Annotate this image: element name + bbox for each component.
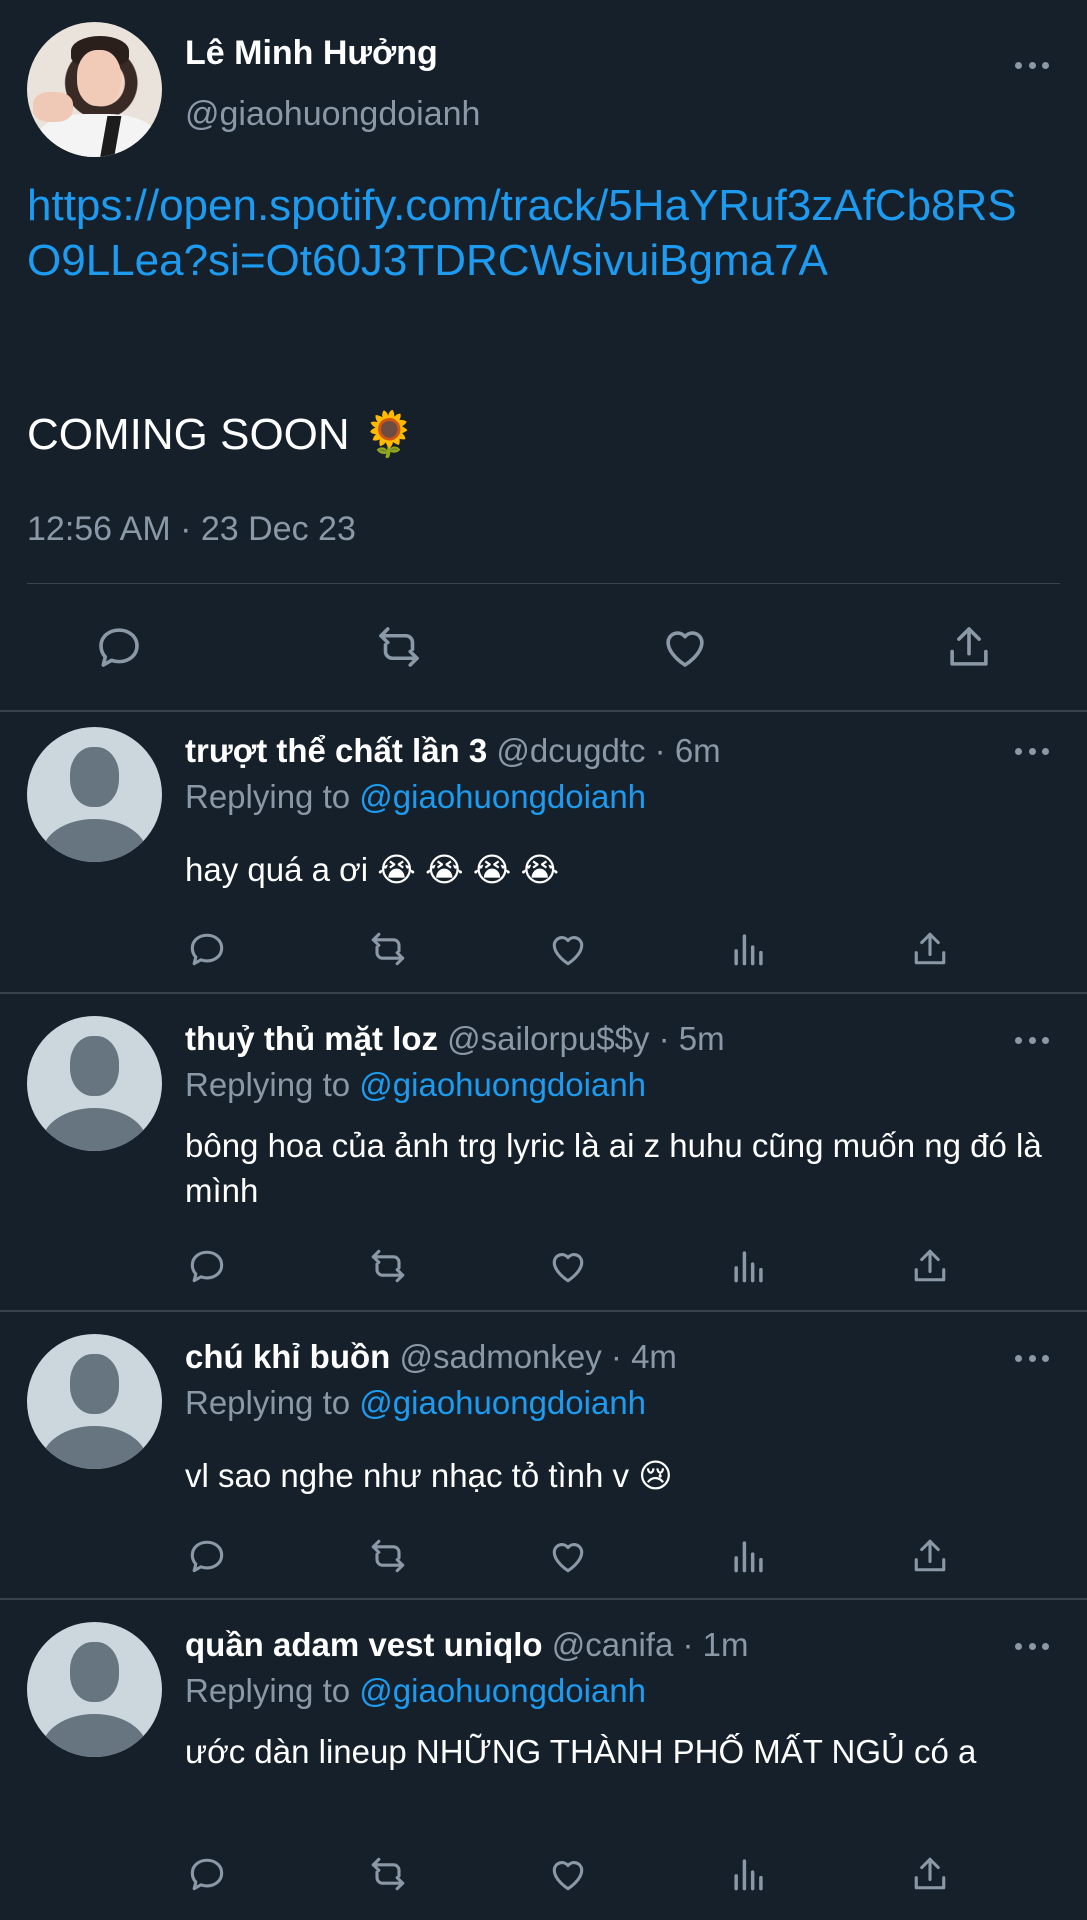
share-icon[interactable]: [908, 1244, 952, 1288]
share-icon[interactable]: [908, 927, 952, 971]
more-icon[interactable]: [1015, 1035, 1049, 1045]
reply-icon[interactable]: [185, 927, 229, 971]
like-icon[interactable]: [546, 1534, 590, 1578]
like-icon[interactable]: [546, 1244, 590, 1288]
tweet-thread: Lê Minh Hưởng @giaohuongdoianh https://o…: [0, 0, 1087, 1920]
replying-to: Replying to @giaohuongdoianh: [185, 1384, 646, 1422]
replying-prefix: Replying to: [185, 1066, 351, 1103]
retweet-icon[interactable]: [366, 1534, 410, 1578]
author-avatar[interactable]: [27, 22, 162, 157]
divider: [0, 992, 1087, 994]
replying-mention[interactable]: @giaohuongdoianh: [359, 778, 646, 815]
views-icon[interactable]: [727, 1534, 771, 1578]
tweet-actions: [0, 620, 1087, 690]
reply-author-name[interactable]: trượt thể chất lần 3: [185, 732, 487, 769]
replying-to: Replying to @giaohuongdoianh: [185, 1672, 646, 1710]
divider: [0, 1310, 1087, 1312]
tweet-link[interactable]: https://open.spotify.com/track/5HaYRuf3z…: [27, 178, 1027, 288]
author-handle[interactable]: @giaohuongdoianh: [185, 95, 480, 134]
avatar[interactable]: [27, 1016, 162, 1151]
tweet-text: COMING SOON 🌻: [27, 408, 417, 460]
like-icon[interactable]: [546, 1852, 590, 1896]
share-icon[interactable]: [908, 1852, 952, 1896]
retweet-icon[interactable]: [366, 1244, 410, 1288]
views-icon[interactable]: [727, 1244, 771, 1288]
retweet-icon[interactable]: [372, 620, 426, 674]
reply-meta: @canifa · 1m: [551, 1626, 749, 1663]
views-icon[interactable]: [727, 1852, 771, 1896]
replying-prefix: Replying to: [185, 1672, 351, 1709]
replying-to: Replying to @giaohuongdoianh: [185, 778, 646, 816]
reply-author-name[interactable]: quần adam vest uniqlo: [185, 1626, 543, 1663]
more-icon[interactable]: [1015, 60, 1049, 70]
avatar[interactable]: [27, 727, 162, 862]
reply-tweet[interactable]: trượt thể chất lần 3 @dcugdtc · 6m Reply…: [0, 712, 1087, 992]
tweet-timestamp: 12:56 AM · 23 Dec 23: [27, 510, 356, 548]
reply-text: hay quá a ơi 😭 😭 😭 😭: [185, 851, 560, 888]
reply-text: ước dàn lineup NHỮNG THÀNH PHỐ MẤT NGỦ c…: [185, 1733, 977, 1770]
replying-to: Replying to @giaohuongdoianh: [185, 1066, 646, 1104]
like-icon[interactable]: [546, 927, 590, 971]
reply-icon[interactable]: [185, 1852, 229, 1896]
reply-header: quần adam vest uniqlo @canifa · 1m: [185, 1626, 748, 1664]
replying-prefix: Replying to: [185, 778, 351, 815]
divider: [0, 1598, 1087, 1600]
tweet-text-body: COMING SOON: [27, 410, 350, 459]
reply-icon[interactable]: [92, 620, 146, 674]
retweet-icon[interactable]: [366, 1852, 410, 1896]
sunflower-emoji: 🌻: [361, 410, 417, 459]
reply-meta: @dcugdtc · 6m: [496, 732, 721, 769]
reply-tweet[interactable]: thuỷ thủ mặt loz @sailorpu$$y · 5m Reply…: [0, 1000, 1087, 1308]
retweet-icon[interactable]: [366, 927, 410, 971]
reply-icon[interactable]: [185, 1534, 229, 1578]
more-icon[interactable]: [1015, 1353, 1049, 1363]
reply-author-name[interactable]: thuỷ thủ mặt loz: [185, 1020, 438, 1057]
views-icon[interactable]: [727, 927, 771, 971]
reply-text: vl sao nghe như nhạc tỏ tình v 😢: [185, 1457, 673, 1494]
replying-prefix: Replying to: [185, 1384, 351, 1421]
share-icon[interactable]: [942, 620, 996, 674]
share-icon[interactable]: [908, 1534, 952, 1578]
like-icon[interactable]: [658, 620, 712, 674]
avatar[interactable]: [27, 1334, 162, 1469]
reply-author-name[interactable]: chú khỉ buồn: [185, 1338, 390, 1375]
reply-header: thuỷ thủ mặt loz @sailorpu$$y · 5m: [185, 1020, 725, 1058]
replying-mention[interactable]: @giaohuongdoianh: [359, 1066, 646, 1103]
replying-mention[interactable]: @giaohuongdoianh: [359, 1672, 646, 1709]
reply-meta: @sailorpu$$y · 5m: [447, 1020, 725, 1057]
divider: [27, 583, 1060, 584]
replying-mention[interactable]: @giaohuongdoianh: [359, 1384, 646, 1421]
reply-meta: @sadmonkey · 4m: [399, 1338, 677, 1375]
reply-header: trượt thể chất lần 3 @dcugdtc · 6m: [185, 732, 721, 770]
more-icon[interactable]: [1015, 746, 1049, 756]
reply-icon[interactable]: [185, 1244, 229, 1288]
reply-tweet[interactable]: chú khỉ buồn @sadmonkey · 4m Replying to…: [0, 1318, 1087, 1598]
reply-tweet[interactable]: quần adam vest uniqlo @canifa · 1m Reply…: [0, 1606, 1087, 1918]
avatar[interactable]: [27, 1622, 162, 1757]
reply-header: chú khỉ buồn @sadmonkey · 4m: [185, 1338, 677, 1376]
more-icon[interactable]: [1015, 1641, 1049, 1651]
reply-text: bông hoa của ảnh trg lyric là ai z huhu …: [185, 1127, 1042, 1209]
author-name[interactable]: Lê Minh Hưởng: [185, 34, 438, 73]
